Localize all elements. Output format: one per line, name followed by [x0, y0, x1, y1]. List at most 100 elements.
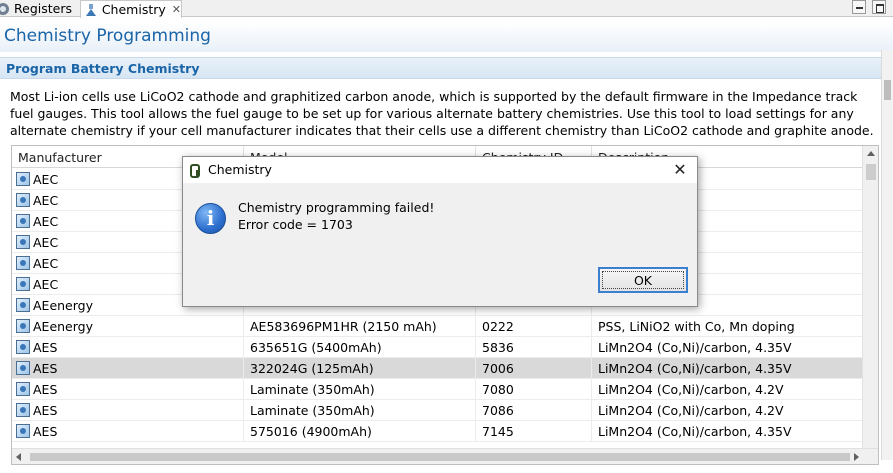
- manufacturer-cell: AES: [12, 358, 244, 379]
- section-header: Program Battery Chemistry: [0, 57, 881, 79]
- chemistry-id-cell-text: 7145: [482, 424, 514, 439]
- page-scrollbar-thumb[interactable]: [884, 80, 891, 100]
- table-row[interactable]: AES 575016 (4900mAh) 7145 LiMn2O4 (Co,Ni)/c…: [12, 421, 862, 442]
- description-cell: LiMn2O4 (Co,Ni)/carbon, 4.35V: [592, 421, 862, 442]
- model-cell-text: Laminate (350mAh): [250, 382, 375, 397]
- ok-button[interactable]: OK: [598, 267, 688, 293]
- scroll-up-icon[interactable]: [867, 151, 875, 156]
- dialog-title: Chemistry: [208, 162, 272, 177]
- model-cell-text: 322024G (125mAh): [250, 361, 374, 376]
- maximize-view-button[interactable]: [872, 0, 886, 14]
- manufacturer-cell-text: AEC: [33, 235, 59, 250]
- manufacturer-cell: AEenergy: [12, 316, 244, 337]
- scroll-right-icon[interactable]: [854, 453, 859, 461]
- dialog-body: i Chemistry programming failed! Error co…: [183, 183, 697, 306]
- description-cell: LiMn2O4 (Co,Ni)/carbon, 4.35V: [592, 337, 862, 358]
- manufacturer-cell-text: AES: [33, 340, 58, 355]
- model-cell-text: 575016 (4900mAh): [250, 424, 372, 439]
- manufacturer-cell-text: AEC: [33, 193, 59, 208]
- manufacturer-cell-text: AES: [33, 382, 58, 397]
- section-title: Program Battery Chemistry: [6, 61, 200, 76]
- chemistry-id-cell: 5836: [476, 337, 592, 358]
- editor-tab-bar: Registers Chemistry ✕: [0, 0, 893, 18]
- model-cell: Laminate (350mAh): [244, 379, 476, 400]
- table-hscroll-thumb[interactable]: [30, 453, 850, 461]
- manufacturer-cell-text: AES: [33, 424, 58, 439]
- manufacturer-cell: AES: [12, 379, 244, 400]
- model-cell: 322024G (125mAh): [244, 358, 476, 379]
- battery-chemistry-icon: [16, 424, 30, 438]
- table-row[interactable]: AES 635651G (5400mAh) 5836 LiMn2O4 (Co,Ni)/…: [12, 337, 862, 358]
- info-icon: i: [195, 203, 226, 234]
- chemistry-id-cell-text: 7086: [482, 403, 514, 418]
- battery-chemistry-icon: [16, 340, 30, 354]
- tab-chemistry-label: Chemistry: [101, 2, 166, 17]
- model-cell: Laminate (350mAh): [244, 400, 476, 421]
- description-cell: LiMn2O4 (Co,Ni)/carbon, 4.2V: [592, 400, 862, 421]
- battery-chemistry-icon: [16, 172, 30, 186]
- manufacturer-cell-text: AEC: [33, 214, 59, 229]
- tab-registers[interactable]: Registers: [0, 0, 78, 17]
- app-logo-icon: [189, 162, 201, 178]
- description-cell: LiMn2O4 (Co,Ni)/carbon, 4.2V: [592, 379, 862, 400]
- manufacturer-cell-text: AEC: [33, 256, 59, 271]
- model-cell: AE583696PM1HR (2150 mAh): [244, 316, 476, 337]
- battery-chemistry-icon: [16, 235, 30, 249]
- description-cell-text: PSS, LiNiO2 with Co, Mn doping: [598, 319, 795, 334]
- manufacturer-cell-text: AEenergy: [33, 298, 94, 313]
- model-cell: 635651G (5400mAh): [244, 337, 476, 358]
- chemistry-error-dialog: Chemistry ✕ i Chemistry programming fail…: [182, 156, 698, 307]
- table-row[interactable]: AES Laminate (350mAh) 7086 LiMn2O4 (Co,Ni)/…: [12, 400, 862, 421]
- chemistry-id-cell-text: 7006: [482, 361, 514, 376]
- minimize-view-button[interactable]: [852, 0, 866, 14]
- model-cell-text: AE583696PM1HR (2150 mAh): [250, 319, 437, 334]
- battery-chemistry-icon: [16, 298, 30, 312]
- table-row[interactable]: AES 322024G (125mAh) 7006 LiMn2O4 (Co,Ni)/c…: [12, 358, 862, 379]
- page-title: Chemistry Programming: [4, 26, 211, 46]
- manufacturer-cell-text: AES: [33, 361, 58, 376]
- battery-chemistry-icon: [16, 256, 30, 270]
- description-cell: LiMn2O4 (Co,Ni)/carbon, 4.35V: [592, 358, 862, 379]
- tab-close-icon[interactable]: ✕: [172, 3, 181, 16]
- manufacturer-cell-text: AES: [33, 403, 58, 418]
- dialog-close-button[interactable]: ✕: [669, 159, 691, 181]
- table-horizontal-scrollbar[interactable]: [12, 448, 878, 464]
- chemistry-id-cell: 0222: [476, 316, 592, 337]
- manufacturer-cell-text: AEC: [33, 277, 59, 292]
- description-cell-text: LiMn2O4 (Co,Ni)/carbon, 4.35V: [598, 340, 792, 355]
- dialog-message: Chemistry programming failed! Error code…: [238, 199, 434, 233]
- battery-chemistry-icon: [16, 403, 30, 417]
- table-vscroll-thumb[interactable]: [866, 164, 876, 180]
- model-cell-text: 635651G (5400mAh): [250, 340, 382, 355]
- description-cell: PSS, LiNiO2 with Co, Mn doping: [592, 316, 862, 337]
- tab-chemistry[interactable]: Chemistry ✕: [80, 0, 182, 18]
- chemistry-description: Most Li-ion cells use LiCoO2 cathode and…: [10, 89, 874, 138]
- dialog-titlebar[interactable]: Chemistry ✕: [183, 157, 697, 183]
- model-cell: 575016 (4900mAh): [244, 421, 476, 442]
- page-vertical-scrollbar[interactable]: [881, 50, 893, 460]
- battery-chemistry-icon: [16, 193, 30, 207]
- flask-icon: [85, 3, 97, 16]
- gear-icon: [0, 2, 9, 15]
- description-cell-text: LiMn2O4 (Co,Ni)/carbon, 4.2V: [598, 382, 784, 397]
- manufacturer-cell: AES: [12, 421, 244, 442]
- battery-chemistry-icon: [16, 319, 30, 333]
- chemistry-id-cell-text: 5836: [482, 340, 514, 355]
- dialog-message-line1: Chemistry programming failed!: [238, 200, 435, 215]
- manufacturer-cell-text: AEC: [33, 172, 59, 187]
- battery-chemistry-icon: [16, 382, 30, 396]
- model-cell-text: Laminate (350mAh): [250, 403, 375, 418]
- table-row[interactable]: AES Laminate (350mAh) 7080 LiMn2O4 (Co,Ni)/…: [12, 379, 862, 400]
- table-row[interactable]: AEenergy AE583696PM1HR (2150 mAh) 0222 PSS,…: [12, 316, 862, 337]
- chemistry-id-cell: 7080: [476, 379, 592, 400]
- description-cell-text: LiMn2O4 (Co,Ni)/carbon, 4.2V: [598, 403, 784, 418]
- manufacturer-cell: AES: [12, 400, 244, 421]
- chemistry-id-cell: 7145: [476, 421, 592, 442]
- chemistry-id-cell-text: 7080: [482, 382, 514, 397]
- dialog-message-line2: Error code = 1703: [238, 217, 353, 232]
- description-cell-text: LiMn2O4 (Co,Ni)/carbon, 4.35V: [598, 424, 792, 439]
- chemistry-id-cell: 7086: [476, 400, 592, 421]
- scroll-left-icon[interactable]: [16, 453, 21, 461]
- table-vertical-scrollbar[interactable]: [862, 146, 878, 448]
- battery-chemistry-icon: [16, 214, 30, 228]
